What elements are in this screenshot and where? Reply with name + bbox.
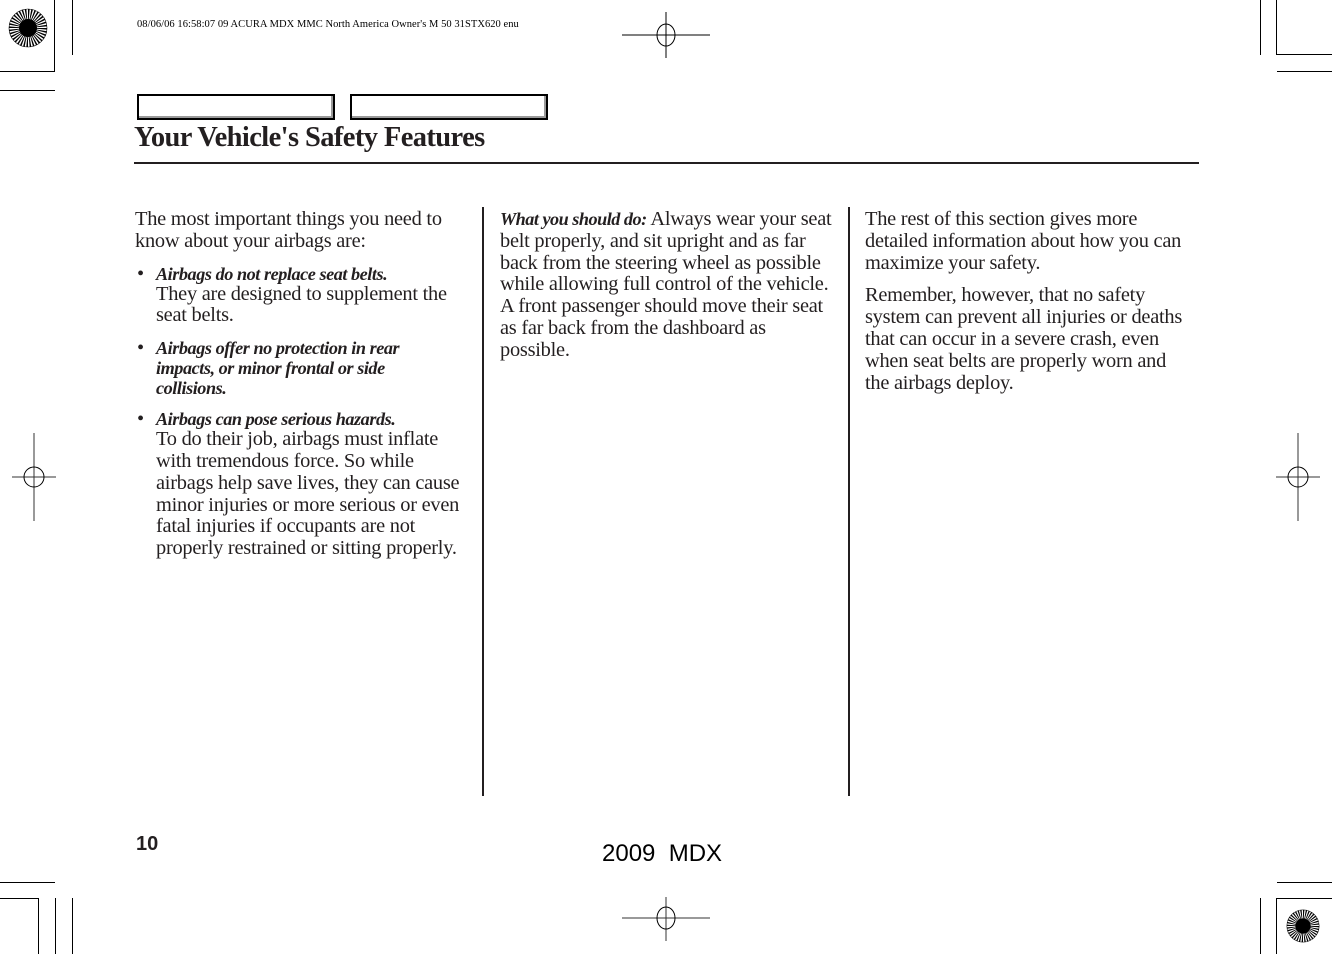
footer-model-label: 2009 MDX: [602, 840, 723, 867]
crop-mark: [1276, 898, 1277, 954]
bullet-heading: Airbags offer no protection in rear impa…: [156, 338, 400, 399]
title-rule: [134, 162, 1199, 164]
bullet-icon: •: [137, 262, 144, 285]
sunburst-registration-icon: [8, 8, 48, 48]
crop-mark: [1277, 71, 1332, 72]
list-item: • Airbags can pose serious hazards. To d…: [135, 408, 470, 560]
crop-mark: [55, 898, 56, 954]
airbag-facts-list: • Airbags do not replace seat belts. The…: [135, 262, 470, 560]
column-middle: What you should do: Always wear your sea…: [500, 208, 832, 373]
crop-mark: [1260, 898, 1261, 954]
crop-mark: [0, 882, 55, 883]
body-paragraph: The rest of this section gives more deta…: [865, 208, 1182, 274]
crosshair-registration-icon: [12, 433, 56, 521]
intro-paragraph: The most important things you need to kn…: [135, 208, 442, 252]
column-right: The rest of this section gives more deta…: [865, 208, 1195, 405]
print-metadata: 08/06/06 16:58:07 09 ACURA MDX MMC North…: [137, 19, 519, 30]
crosshair-registration-icon: [1276, 433, 1320, 521]
crop-mark: [38, 898, 39, 954]
bullet-heading: Airbags can pose serious hazards.: [156, 409, 396, 430]
bullet-text: They are designed to supplement the seat…: [156, 282, 447, 327]
advice-text: Always wear your seat belt properly, and…: [500, 208, 832, 361]
crop-mark: [1277, 882, 1332, 883]
crop-mark: [72, 0, 73, 55]
section-tab-1: [137, 94, 335, 120]
bullet-icon: •: [137, 408, 144, 431]
advice-lead: What you should do:: [500, 209, 647, 229]
crop-mark: [1276, 0, 1277, 55]
crop-mark: [0, 898, 39, 899]
column-divider: [482, 207, 484, 796]
crosshair-registration-icon: [622, 12, 710, 58]
column-left: The most important things you need to kn…: [135, 208, 470, 571]
crop-mark: [0, 90, 55, 91]
crop-mark: [0, 71, 55, 72]
bullet-icon: •: [137, 337, 144, 360]
crop-mark: [1276, 54, 1332, 55]
bullet-heading: Airbags do not replace seat belts.: [156, 263, 388, 284]
crosshair-registration-icon: [622, 897, 710, 941]
page-title: Your Vehicle's Safety Features: [134, 122, 485, 153]
body-paragraph: Remember, however, that no safety system…: [865, 284, 1183, 394]
crop-mark: [1260, 0, 1261, 55]
crop-mark: [54, 0, 55, 72]
bullet-text: To do their job, airbags must inflate wi…: [156, 428, 460, 560]
list-item: • Airbags offer no protection in rear im…: [135, 337, 470, 399]
crop-mark: [72, 898, 73, 954]
crop-mark: [1277, 898, 1332, 899]
column-divider: [848, 207, 850, 796]
sunburst-registration-icon: [1286, 909, 1320, 943]
section-tab-2: [350, 94, 548, 120]
advice-paragraph: What you should do: Always wear your sea…: [500, 208, 832, 362]
list-item: • Airbags do not replace seat belts. The…: [135, 262, 470, 328]
page-number: 10: [136, 833, 159, 855]
